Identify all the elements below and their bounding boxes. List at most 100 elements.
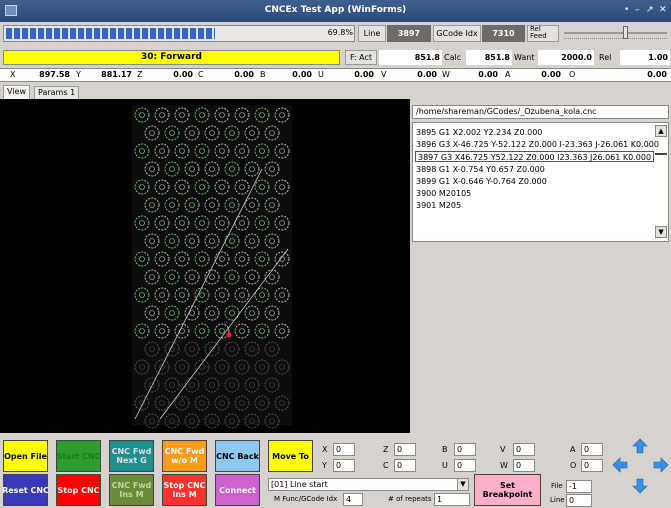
connect-button[interactable]: Connect (215, 474, 260, 506)
axis-v-value: 0.00 (417, 70, 437, 79)
scroll-down-icon[interactable]: ▼ (655, 226, 667, 238)
gcode-line[interactable]: 3899 G1 X-0.646 Y-0.764 Z0.000 (416, 176, 547, 187)
coord-v-input[interactable]: 0 (513, 443, 535, 456)
progress-bar (3, 25, 355, 42)
coord-w-input[interactable]: 0 (513, 459, 535, 472)
scroll-up-icon[interactable]: ▲ (655, 125, 667, 137)
window-title: CNCEx Test App (WinForms) (264, 5, 407, 15)
scroll-thumb[interactable] (655, 153, 667, 155)
rel-value: 1.00 (620, 50, 670, 65)
gcode-line[interactable]: 3901 M205 (416, 200, 461, 211)
gcode-line[interactable]: 3895 G1 X2.002 Y2.234 Z0.000 (416, 127, 542, 138)
coord-a-input[interactable]: 0 (581, 443, 603, 456)
line-label: Line (358, 25, 386, 42)
coord-y-input[interactable]: 0 (333, 459, 355, 472)
gcode-list[interactable]: 3895 G1 X2.002 Y2.234 Z0.000 3896 G3 X-4… (412, 122, 669, 242)
slider-thumb[interactable] (622, 26, 628, 39)
tab-params-1[interactable]: Params 1 (34, 86, 80, 99)
gcode-line[interactable]: 3898 G1 X-0.754 Y0.657 Z0.000 (416, 164, 545, 175)
file-input[interactable]: -1 (566, 480, 592, 493)
calc-value: 851.8 (466, 50, 512, 65)
maximize-icon[interactable]: ↗ (646, 5, 654, 15)
coord-o-label: O (570, 461, 577, 470)
coord-o-input[interactable]: 0 (581, 459, 603, 472)
coord-y-label: Y (322, 461, 327, 470)
status-label: 30: Forward (3, 50, 340, 65)
mfunc-label: M Func/GCode Idx (274, 495, 338, 503)
gcode-scrollbar[interactable]: ▲ ▼ (655, 125, 667, 238)
cnc-back-button[interactable]: CNC Back (215, 440, 260, 472)
arrow-up-icon[interactable] (632, 438, 648, 454)
mode-dropdown-value: [01] Line start (271, 480, 328, 489)
close-icon[interactable]: ✕ (659, 5, 667, 15)
title-bar: CNCEx Test App (WinForms) • – ↗ ✕ (0, 0, 671, 22)
want-value: 2000.0 (538, 50, 594, 65)
stop-cnc-ins-m-button[interactable]: Stop CNC Ins M (162, 474, 207, 506)
axis-y-label: Y (76, 70, 81, 79)
chevron-down-icon[interactable]: ▼ (457, 479, 468, 490)
coord-b-input[interactable]: 0 (454, 443, 476, 456)
axis-y-value: 881.17 (101, 70, 132, 79)
axis-w-value: 0.00 (478, 70, 498, 79)
cnc-fwd-next-g-button[interactable]: CNC Fwd Next G (109, 440, 154, 472)
open-file-button[interactable]: Open File (3, 440, 48, 472)
gcode-idx-label: GCode Idx (433, 25, 481, 42)
axis-z-value: 0.00 (173, 70, 193, 79)
coord-u-input[interactable]: 0 (454, 459, 476, 472)
menu-dot-icon[interactable]: • (624, 5, 629, 15)
axis-c-label: C (198, 70, 204, 79)
axes-row: X 897.58 Y 881.17 Z 0.00 C 0.00 B 0.00 U… (0, 68, 671, 82)
axis-b-value: 0.00 (292, 70, 312, 79)
set-breakpoint-button[interactable]: Set Breakpoint (474, 474, 541, 506)
coord-u-label: U (442, 461, 448, 470)
start-cnc-button[interactable]: Start CNC (56, 440, 101, 472)
arrow-down-icon[interactable] (632, 478, 648, 494)
tab-bar: View Params 1 (0, 85, 120, 99)
axis-a-label: A (505, 70, 511, 79)
arrow-right-icon[interactable] (653, 457, 669, 473)
reset-cnc-button[interactable]: Reset CNC (2, 474, 49, 506)
repeats-label: # of repeats (388, 495, 432, 503)
mfunc-input[interactable]: 4 (343, 493, 363, 506)
axis-v-label: V (381, 70, 387, 79)
progress-percent: 69.8% (327, 28, 353, 37)
rel-feed-slider[interactable] (562, 25, 669, 42)
coord-w-label: W (500, 461, 508, 470)
move-to-button[interactable]: Move To (268, 440, 313, 472)
axis-o-label: O (569, 70, 576, 79)
line-value: 3897 (387, 25, 431, 42)
mode-dropdown[interactable]: [01] Line start ▼ (268, 478, 469, 491)
rel-label: Rel (599, 53, 612, 62)
tool-position-marker (226, 332, 232, 338)
want-label: Want (514, 53, 535, 62)
progress-row: 69.8% Line 3897 GCode Idx 7310 Rel Feed (0, 22, 671, 47)
arrow-left-icon[interactable] (612, 457, 628, 473)
minimize-icon[interactable]: – (635, 5, 640, 15)
control-panel: Open File Start CNC CNC Fwd Next G CNC F… (0, 434, 671, 508)
gcode-line[interactable]: 3896 G3 X-46.725 Y-52.122 Z0.000 I-23.36… (416, 139, 659, 150)
coord-z-input[interactable]: 0 (394, 443, 416, 456)
stop-cnc-button[interactable]: Stop CNC (56, 474, 101, 506)
coord-c-input[interactable]: 0 (394, 459, 416, 472)
cnc-fwd-ins-m-button[interactable]: CNC Fwd Ins M (109, 474, 154, 506)
axis-x-label: X (10, 70, 16, 79)
toolpath-canvas[interactable] (0, 99, 410, 433)
toolpath-view[interactable] (0, 99, 410, 433)
line-input[interactable]: 0 (566, 494, 592, 507)
repeats-input[interactable]: 1 (434, 493, 470, 506)
coord-x-input[interactable]: 0 (333, 443, 355, 456)
line-label-bottom: Line (550, 496, 565, 504)
axis-b-label: B (260, 70, 266, 79)
tab-view[interactable]: View (3, 85, 30, 99)
gcode-line[interactable]: 3900 M20105 (416, 188, 471, 199)
gcode-line-selected[interactable]: 3897 G3 X46.725 Y52.122 Z0.000 I23.363 J… (415, 151, 655, 162)
axis-a-value: 0.00 (541, 70, 561, 79)
coord-v-label: V (500, 445, 506, 454)
file-path: /home/shareman/GCodes/_Ozubena_kola.cnc (412, 105, 669, 119)
rel-feed-label: Rel Feed (527, 25, 559, 42)
axis-u-value: 0.00 (354, 70, 374, 79)
cnc-fwd-wo-m-button[interactable]: CNC Fwd w/o M (162, 440, 207, 472)
gcode-idx-value: 7310 (482, 25, 525, 42)
coord-x-label: X (322, 445, 328, 454)
coord-c-label: C (383, 461, 389, 470)
